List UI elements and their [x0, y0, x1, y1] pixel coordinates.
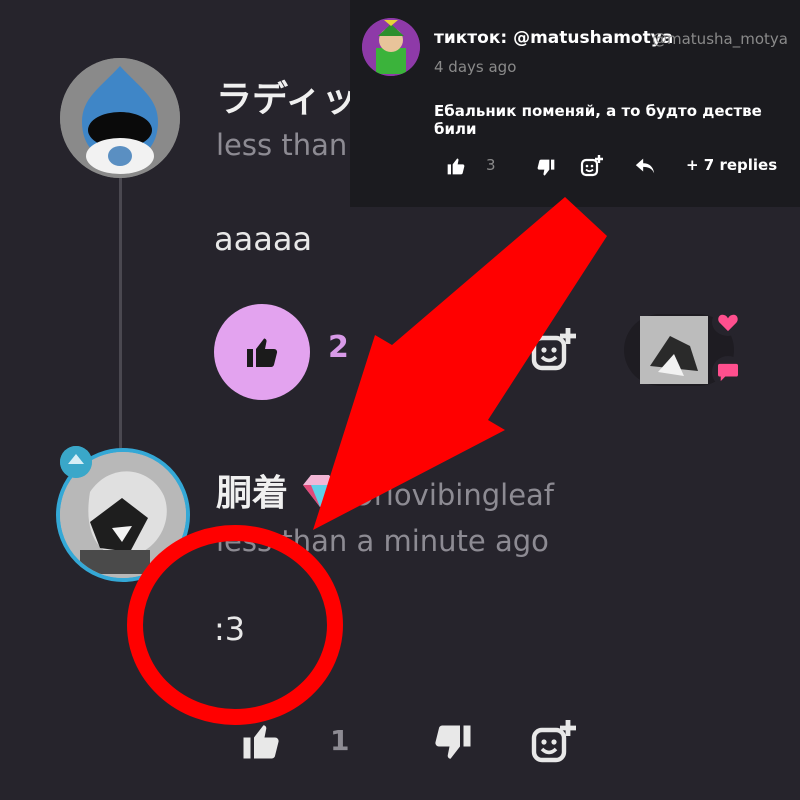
red-circle-annotation — [127, 525, 343, 725]
red-arrow-icon — [313, 197, 607, 530]
red-annotation — [127, 197, 607, 725]
